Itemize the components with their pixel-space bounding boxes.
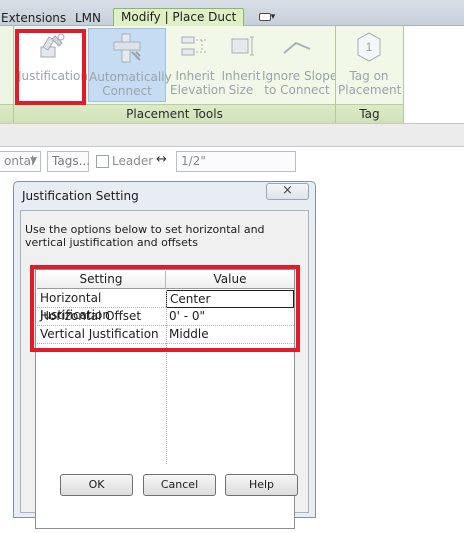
ignore-slope-icon [283, 41, 311, 54]
tag-on-placement-button[interactable]: 1 Tag on Placement [338, 28, 402, 102]
tag-panel: Tag 1 Tag on Placement [336, 26, 403, 123]
ribbon-empty-area [404, 26, 464, 123]
length-arrows-icon: ↔ [156, 152, 167, 167]
justification-setting-dialog: Justification Setting × Use the options … [13, 181, 316, 529]
auto-connect-icon [113, 33, 141, 63]
ok-button[interactable]: OK [60, 474, 133, 496]
dialog-description: Use the options below to set horizontal … [25, 223, 265, 249]
close-icon: × [282, 183, 293, 198]
inherit-elevation-button[interactable]: Inherit Elevation [170, 28, 226, 102]
inherit-elevation-label: Inherit Elevation [170, 69, 226, 97]
chevron-down-icon: ▼ [30, 156, 37, 166]
inherit-size-icon [231, 36, 254, 56]
placement-dropdown[interactable]: ontal ▼ [0, 151, 41, 172]
automatically-connect-button[interactable]: Automatically Connect [88, 28, 172, 102]
tab-extensions[interactable]: Extensions [1, 10, 66, 26]
table-highlight [30, 265, 300, 352]
inherit-size-label: Inherit Size [221, 69, 261, 97]
dialog-titlebar: Justification Setting × [14, 182, 315, 210]
previous-panel-edge [0, 26, 13, 123]
cancel-button[interactable]: Cancel [143, 474, 216, 496]
inherit-elevation-icon [181, 36, 208, 56]
tab-modify-place-duct[interactable]: Modify | Place Duct [113, 8, 245, 27]
window-icon [258, 12, 271, 21]
properties-strip [0, 123, 464, 147]
tag-icon: 1 [357, 32, 381, 62]
svg-text:1: 1 [366, 40, 373, 54]
placement-tools-title: Placement Tools [14, 104, 335, 123]
inherit-size-button[interactable]: Inherit Size [220, 28, 262, 102]
dropdown-arrow-icon: ▾ [270, 12, 276, 22]
justification-highlight [15, 29, 86, 105]
close-button[interactable]: × [266, 183, 309, 200]
tab-lmn[interactable]: LMN [75, 10, 101, 26]
help-button[interactable]: Help [225, 474, 298, 496]
ribbon-tab-bar: Extensions LMN Modify | Place Duct ▾ [0, 0, 464, 27]
ignore-slope-label: Ignore Slope to Connect [262, 69, 338, 97]
panel-toggle-dropdown[interactable]: ▾ [254, 11, 280, 25]
leader-length-input[interactable]: 1/2" [176, 151, 296, 172]
tag-on-placement-label: Tag on Placement [338, 69, 402, 97]
ignore-slope-button[interactable]: Ignore Slope to Connect [262, 28, 338, 102]
dialog-title: Justification Setting [22, 189, 139, 203]
ribbon: Placement Tools Justification Automatica… [0, 26, 464, 123]
tags-button[interactable]: Tags... [47, 151, 90, 172]
automatically-connect-label: Automatically Connect [89, 70, 172, 98]
leader-checkbox[interactable] [96, 155, 109, 168]
leader-label: Leader [112, 154, 154, 168]
tag-panel-title: Tag [336, 104, 403, 123]
